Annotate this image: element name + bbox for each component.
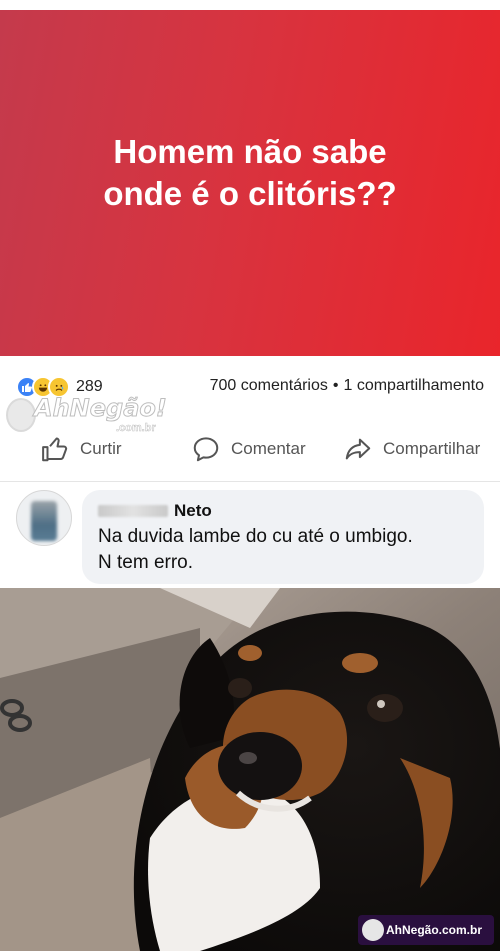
corner-watermark: AhNegão.com.br <box>358 915 494 945</box>
comment-count[interactable]: 700 comentários <box>210 377 328 395</box>
like-button[interactable]: Curtir <box>40 434 122 464</box>
thumbs-up-icon <box>42 437 68 462</box>
dog-illustration <box>0 588 500 951</box>
top-strip <box>0 0 500 10</box>
comment-author-row: Neto <box>98 500 468 522</box>
comment-text-line-2: N tem erro. <box>98 552 194 573</box>
share-label: Compartilhar <box>383 439 481 458</box>
engagement-stats: 700 comentários • 1 compartilhamento <box>210 377 484 395</box>
banner-text: Homem não sabe onde é o clitóris?? <box>103 133 397 212</box>
avatar[interactable] <box>16 490 72 546</box>
post-action-bar: Curtir Comentar Compartilhar <box>0 416 500 482</box>
comment-bubble[interactable]: Neto Na duvida lambe do cu até o umbigo.… <box>82 490 484 584</box>
dog-photo[interactable]: AhNegão.com.br <box>0 588 500 951</box>
comment-author-name[interactable]: Neto <box>174 501 212 521</box>
share-arrow-icon <box>345 438 371 460</box>
like-label: Curtir <box>80 439 122 458</box>
share-count[interactable]: 1 compartilhamento <box>343 377 484 395</box>
blurred-author-first-name <box>98 505 168 517</box>
comment-button[interactable]: Comentar <box>191 434 306 464</box>
post-banner[interactable]: Homem não sabe onde é o clitóris?? <box>0 10 500 356</box>
comment-label: Comentar <box>231 439 306 458</box>
share-button[interactable]: Compartilhar <box>343 434 480 464</box>
corner-watermark-text: AhNegão.com.br <box>386 923 483 937</box>
stats-separator: • <box>332 377 339 394</box>
corner-watermark-face-icon <box>362 919 384 941</box>
comment-text-line-1: Na duvida lambe do cu até o umbigo. <box>98 526 413 547</box>
avatar-blurred-photo <box>31 501 57 541</box>
speech-bubble-icon <box>193 437 219 462</box>
comment-item: Neto Na duvida lambe do cu até o umbigo.… <box>0 482 500 588</box>
comment-text: Na duvida lambe do cu até o umbigo. N te… <box>98 524 468 576</box>
